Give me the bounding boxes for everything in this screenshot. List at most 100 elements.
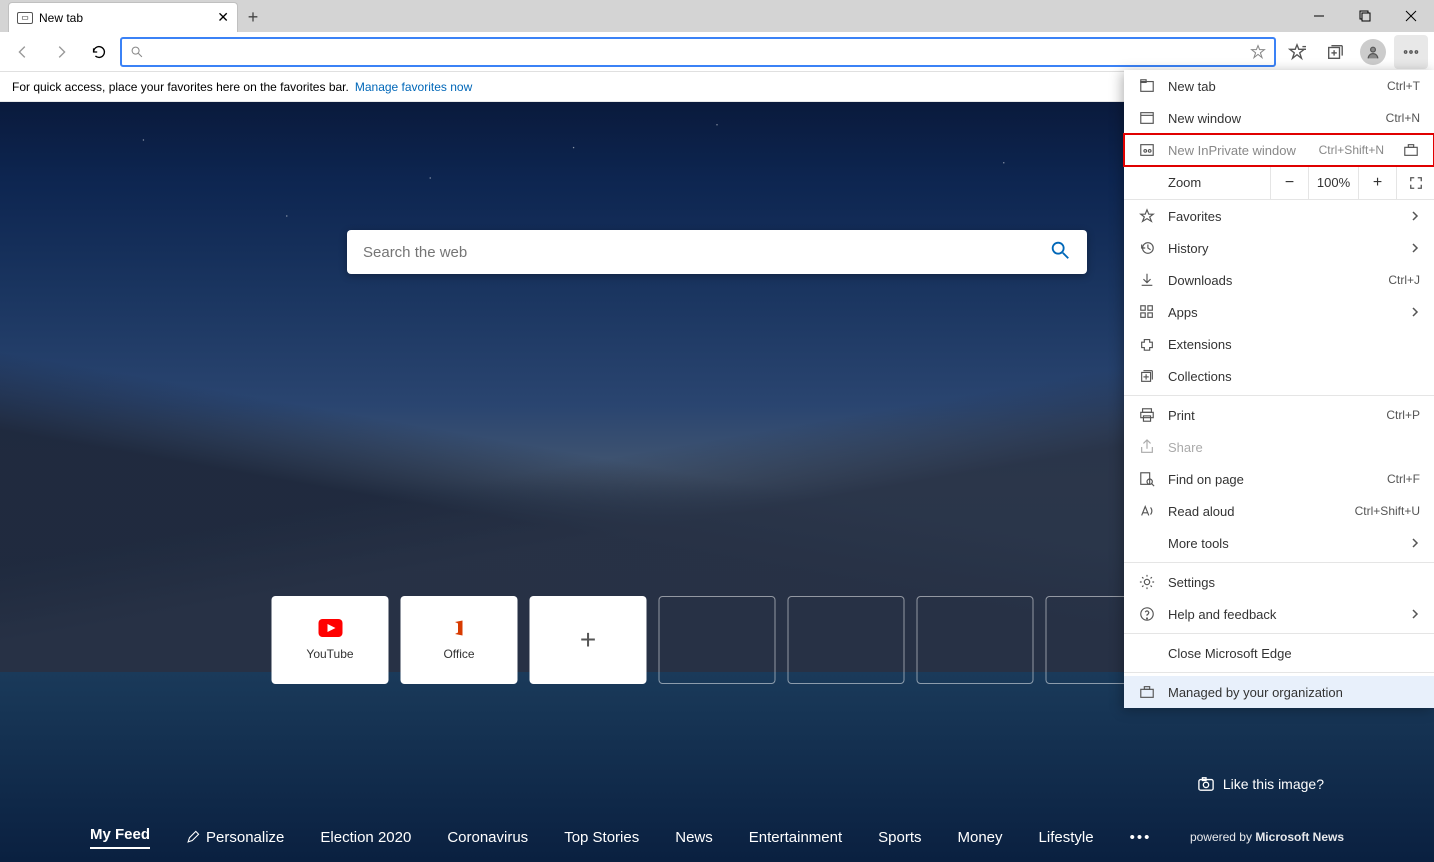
web-search-input[interactable] [363, 244, 1049, 261]
feed-tab-election[interactable]: Election 2020 [320, 829, 411, 846]
briefcase-icon [1138, 684, 1156, 700]
gear-icon [1138, 574, 1156, 590]
settings-more-button[interactable] [1394, 35, 1428, 69]
menu-close-edge[interactable]: Close Microsoft Edge [1124, 637, 1434, 669]
menu-label: New window [1168, 111, 1374, 126]
toolbar [0, 32, 1434, 72]
menu-new-window[interactable]: New window Ctrl+N [1124, 102, 1434, 134]
menu-collections[interactable]: Collections [1124, 360, 1434, 392]
feed-tab-money[interactable]: Money [958, 829, 1003, 846]
menu-shortcut: Ctrl+N [1386, 111, 1420, 125]
minimize-button[interactable] [1296, 0, 1342, 32]
like-image-prompt[interactable]: Like this image? [1197, 776, 1324, 792]
menu-favorites[interactable]: Favorites [1124, 200, 1434, 232]
menu-zoom-row: Zoom − 100% + [1124, 166, 1434, 200]
menu-find[interactable]: Find on page Ctrl+F [1124, 463, 1434, 495]
feed-tab-personalize[interactable]: Personalize [186, 829, 284, 846]
menu-new-tab[interactable]: New tab Ctrl+T [1124, 70, 1434, 102]
menu-label: Read aloud [1168, 504, 1343, 519]
chevron-right-icon [1410, 305, 1420, 320]
tile-empty[interactable] [917, 596, 1034, 684]
find-icon [1138, 471, 1156, 487]
forward-button[interactable] [44, 35, 78, 69]
extensions-icon [1138, 336, 1156, 352]
menu-new-inprivate[interactable]: New InPrivate window Ctrl+Shift+N [1124, 134, 1434, 166]
feed-tab-sports[interactable]: Sports [878, 829, 921, 846]
manage-favorites-link[interactable]: Manage favorites now [355, 80, 472, 94]
zoom-in-button[interactable]: + [1358, 166, 1396, 200]
feed-bar: My Feed Personalize Election 2020 Corona… [0, 812, 1434, 862]
download-icon [1138, 272, 1156, 288]
menu-managed-by-org[interactable]: Managed by your organization [1124, 676, 1434, 708]
address-input[interactable] [150, 44, 1244, 60]
tile-add[interactable]: + [530, 596, 647, 684]
search-icon[interactable] [1049, 239, 1071, 266]
menu-more-tools[interactable]: More tools [1124, 527, 1434, 559]
camera-icon [1197, 776, 1215, 792]
fullscreen-button[interactable] [1396, 166, 1434, 200]
menu-label: Share [1168, 440, 1420, 455]
zoom-out-button[interactable]: − [1270, 166, 1308, 200]
collections-button[interactable] [1318, 35, 1352, 69]
close-tab-icon[interactable]: ✕ [217, 9, 229, 26]
tile-empty[interactable] [788, 596, 905, 684]
menu-downloads[interactable]: Downloads Ctrl+J [1124, 264, 1434, 296]
menu-extensions[interactable]: Extensions [1124, 328, 1434, 360]
menu-read-aloud[interactable]: Read aloud Ctrl+Shift+U [1124, 495, 1434, 527]
read-aloud-icon [1138, 503, 1156, 519]
menu-label: Help and feedback [1168, 607, 1398, 622]
feed-tab-label: Personalize [206, 829, 284, 846]
menu-apps[interactable]: Apps [1124, 296, 1434, 328]
chevron-right-icon [1410, 607, 1420, 622]
chevron-right-icon [1410, 536, 1420, 551]
feed-tab-coronavirus[interactable]: Coronavirus [447, 829, 528, 846]
menu-print[interactable]: Print Ctrl+P [1124, 399, 1434, 431]
favorites-button[interactable] [1280, 35, 1314, 69]
chevron-right-icon [1410, 209, 1420, 224]
menu-label: Downloads [1168, 273, 1376, 288]
like-image-text: Like this image? [1223, 776, 1324, 792]
menu-history[interactable]: History [1124, 232, 1434, 264]
title-bar: ▭ New tab ✕ + [0, 0, 1434, 32]
menu-label: Favorites [1168, 209, 1398, 224]
zoom-label: Zoom [1124, 175, 1270, 190]
close-window-button[interactable] [1388, 0, 1434, 32]
tile-youtube[interactable]: YouTube [272, 596, 389, 684]
briefcase-icon [1402, 142, 1420, 158]
address-bar[interactable] [120, 37, 1276, 67]
chevron-right-icon [1410, 241, 1420, 256]
refresh-button[interactable] [82, 35, 116, 69]
browser-tab[interactable]: ▭ New tab ✕ [8, 2, 238, 32]
menu-label: New InPrivate window [1168, 143, 1307, 158]
tile-label: YouTube [306, 647, 353, 661]
menu-shortcut: Ctrl+J [1388, 273, 1420, 287]
zoom-value: 100% [1308, 166, 1358, 200]
powered-by-text: powered by Microsoft News [1190, 830, 1344, 844]
tile-office[interactable]: Office [401, 596, 518, 684]
web-search-box[interactable] [347, 230, 1087, 274]
share-icon [1138, 439, 1156, 455]
window-icon [1138, 110, 1156, 126]
menu-settings[interactable]: Settings [1124, 566, 1434, 598]
feed-more-button[interactable]: ••• [1130, 829, 1152, 846]
maximize-button[interactable] [1342, 0, 1388, 32]
pencil-icon [186, 830, 200, 844]
new-tab-button[interactable]: + [238, 2, 268, 32]
feed-tab-news[interactable]: News [675, 829, 713, 846]
favorite-star-icon[interactable] [1250, 44, 1266, 60]
menu-shortcut: Ctrl+Shift+U [1355, 504, 1420, 518]
tile-empty[interactable] [659, 596, 776, 684]
plus-icon: + [580, 624, 596, 656]
feed-tab-topstories[interactable]: Top Stories [564, 829, 639, 846]
profile-button[interactable] [1356, 35, 1390, 69]
print-icon [1138, 407, 1156, 423]
feed-tab-entertainment[interactable]: Entertainment [749, 829, 842, 846]
apps-icon [1138, 304, 1156, 320]
menu-shortcut: Ctrl+Shift+N [1319, 143, 1384, 157]
menu-label: Find on page [1168, 472, 1375, 487]
back-button[interactable] [6, 35, 40, 69]
feed-tab-myfeed[interactable]: My Feed [90, 826, 150, 849]
feed-tab-lifestyle[interactable]: Lifestyle [1039, 829, 1094, 846]
menu-help[interactable]: Help and feedback [1124, 598, 1434, 630]
menu-shortcut: Ctrl+F [1387, 472, 1420, 486]
